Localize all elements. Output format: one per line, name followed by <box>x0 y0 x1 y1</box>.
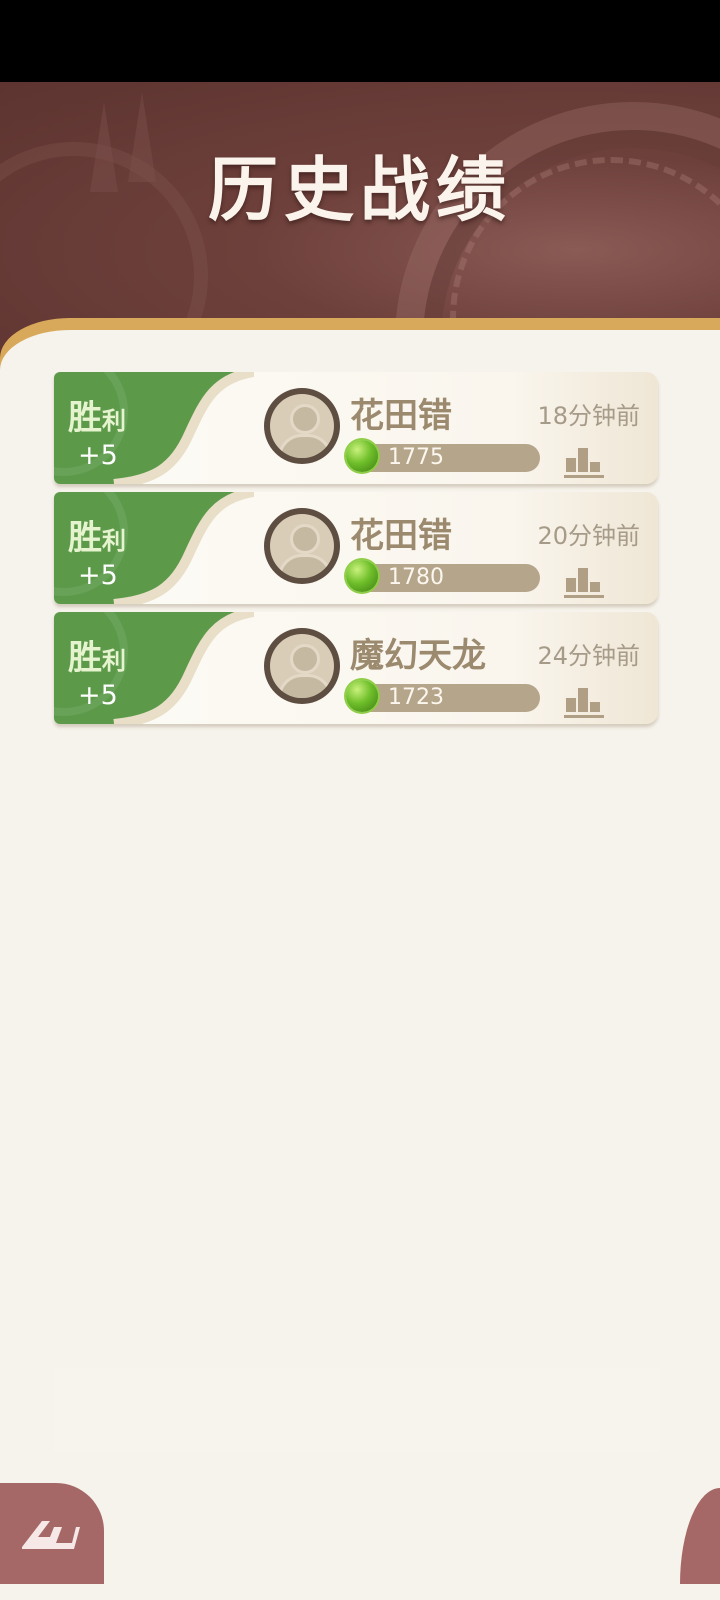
opponent-name: 花田错 <box>350 516 452 556</box>
match-time: 18分钟前 <box>537 402 640 430</box>
opponent-name: 魔幻天龙 <box>350 636 486 676</box>
green-gem-icon <box>346 560 378 592</box>
rating-value: 1775 <box>388 445 444 470</box>
avatar[interactable] <box>264 388 340 464</box>
result-label: 胜利 <box>68 630 126 679</box>
back-icon <box>22 1521 80 1549</box>
rating-badge: 1775 <box>346 440 540 472</box>
green-gem-icon <box>346 680 378 712</box>
bar-chart-icon[interactable] <box>564 564 604 598</box>
bar-chart-icon[interactable] <box>564 444 604 478</box>
result-main: 胜 <box>68 398 102 438</box>
bar-chart-icon[interactable] <box>564 684 604 718</box>
avatar[interactable] <box>264 508 340 584</box>
result-badge: 胜利 +5 <box>54 372 254 484</box>
match-record[interactable]: 胜利 +5 花田错 1780 20分钟前 <box>54 492 658 604</box>
rating-badge: 1723 <box>346 680 540 712</box>
match-record[interactable]: 胜利 +5 花田错 1775 18分钟前 <box>54 372 658 484</box>
result-label: 胜利 <box>68 510 126 559</box>
result-badge: 胜利 +5 <box>54 612 254 724</box>
result-sub: 利 <box>102 646 126 675</box>
opponent-name: 花田错 <box>350 396 452 436</box>
match-record[interactable]: 胜利 +5 魔幻天龙 1723 24分钟前 <box>54 612 658 724</box>
avatar[interactable] <box>264 628 340 704</box>
match-time: 20分钟前 <box>537 522 640 550</box>
rating-badge: 1780 <box>346 560 540 592</box>
default-avatar-icon <box>270 634 334 698</box>
score-change: +5 <box>78 680 118 711</box>
rating-value: 1723 <box>388 685 444 710</box>
result-label: 胜利 <box>68 390 126 439</box>
page-title: 历史战绩 <box>208 148 512 231</box>
score-change: +5 <box>78 440 118 471</box>
status-bar <box>0 0 720 82</box>
green-gem-icon <box>346 440 378 472</box>
back-button[interactable] <box>0 1483 104 1584</box>
match-time: 24分钟前 <box>537 642 640 670</box>
footer-area <box>54 1368 660 1452</box>
default-avatar-icon <box>270 514 334 578</box>
result-sub: 利 <box>102 406 126 435</box>
result-main: 胜 <box>68 638 102 678</box>
rating-value: 1780 <box>388 565 444 590</box>
result-badge: 胜利 +5 <box>54 492 254 604</box>
result-sub: 利 <box>102 526 126 555</box>
match-history-list: 胜利 +5 花田错 1775 18分钟前 胜利 +5 花田错 1780 20分钟… <box>54 372 658 732</box>
default-avatar-icon <box>270 394 334 458</box>
result-main: 胜 <box>68 518 102 558</box>
score-change: +5 <box>78 560 118 591</box>
